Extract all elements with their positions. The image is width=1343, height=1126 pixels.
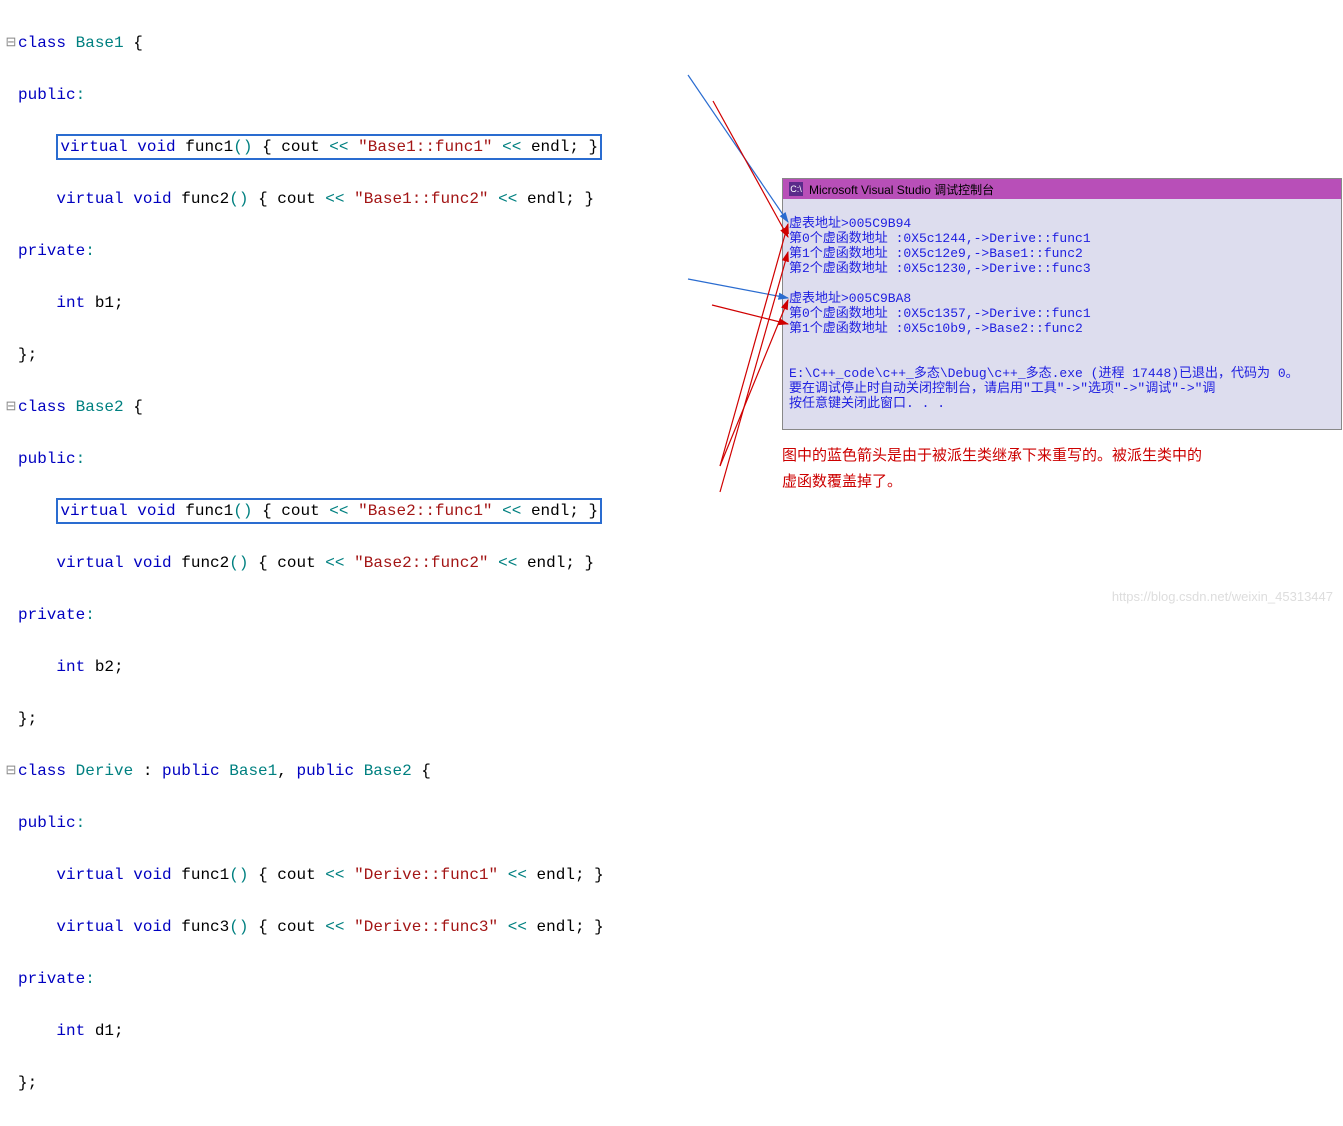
console-line: 虚表地址>005C9B94	[789, 216, 911, 231]
console-line: 要在调试停止时自动关闭控制台，请启用"工具"->"选项"->"调试"->"调	[789, 381, 1215, 396]
console-line: 第2个虚函数地址 :0X5c1230,->Derive::func3	[789, 261, 1091, 276]
console-line: 第0个虚函数地址 :0X5c1357,->Derive::func1	[789, 306, 1091, 321]
class-name: Base1	[76, 34, 124, 52]
class-name: Derive	[76, 762, 134, 780]
code-line: virtual void func1() { cout << "Base1::f…	[4, 134, 780, 161]
code-line: virtual void func1() { cout << "Derive::…	[4, 862, 780, 889]
code-line: public:	[4, 810, 780, 837]
code-line: ⊟class Base2 {	[4, 394, 780, 421]
keyword-private: private	[18, 242, 85, 260]
code-line: ⊟class Derive : public Base1, public Bas…	[4, 758, 780, 785]
code-line: virtual void func2() { cout << "Base1::f…	[4, 186, 780, 213]
fold-icon[interactable]: ⊟	[4, 30, 18, 56]
code-line: virtual void func2() { cout << "Base2::f…	[4, 550, 780, 577]
highlighted-func: virtual void func1() { cout << "Base2::f…	[56, 498, 602, 524]
fold-icon[interactable]: ⊟	[4, 394, 18, 420]
annotation-line: 图中的蓝色箭头是由于被派生类继承下来重写的。被派生类中的	[782, 443, 1322, 469]
code-editor: ⊟class Base1 { public: virtual void func…	[0, 0, 780, 1126]
annotation-text: 图中的蓝色箭头是由于被派生类继承下来重写的。被派生类中的 虚函数覆盖掉了。	[782, 443, 1322, 495]
code-line: };	[4, 1070, 780, 1097]
console-titlebar[interactable]: C:\ Microsoft Visual Studio 调试控制台	[783, 179, 1341, 199]
code-line: private:	[4, 602, 780, 629]
code-line: private:	[4, 238, 780, 265]
code-line: };	[4, 342, 780, 369]
keyword-public: public	[18, 86, 76, 104]
class-name: Base2	[76, 398, 124, 416]
console-title-text: Microsoft Visual Studio 调试控制台	[809, 181, 994, 198]
vs-icon: C:\	[789, 182, 803, 196]
code-line: int b1;	[4, 290, 780, 317]
code-line: virtual void func3() { cout << "Derive::…	[4, 914, 780, 941]
fold-icon[interactable]: ⊟	[4, 758, 18, 784]
console-line: 虚表地址>005C9BA8	[789, 291, 911, 306]
keyword-class: class	[18, 34, 76, 52]
console-line: 第0个虚函数地址 :0X5c1244,->Derive::func1	[789, 231, 1091, 246]
watermark: https://blog.csdn.net/weixin_45313447	[1112, 589, 1333, 604]
code-line: int d1;	[4, 1018, 780, 1045]
console-line: 第1个虚函数地址 :0X5c12e9,->Base1::func2	[789, 246, 1083, 261]
console-line: 第1个虚函数地址 :0X5c10b9,->Base2::func2	[789, 321, 1083, 336]
code-line: private:	[4, 966, 780, 993]
code-line: };	[4, 706, 780, 733]
console-line: E:\C++_code\c++_多态\Debug\c++_多态.exe (进程 …	[789, 366, 1299, 381]
code-line: public:	[4, 446, 780, 473]
code-line: virtual void func1() { cout << "Base2::f…	[4, 498, 780, 525]
console-output: 虚表地址>005C9B94 第0个虚函数地址 :0X5c1244,->Deriv…	[783, 199, 1341, 428]
debug-console-window: C:\ Microsoft Visual Studio 调试控制台 虚表地址>0…	[782, 178, 1342, 430]
code-line: public:	[4, 82, 780, 109]
code-line: ⊟class Base1 {	[4, 30, 780, 57]
highlighted-func: virtual void func1() { cout << "Base1::f…	[56, 134, 602, 160]
code-line: int b2;	[4, 654, 780, 681]
annotation-line: 虚函数覆盖掉了。	[782, 469, 1322, 495]
console-line: 按任意键关闭此窗口. . .	[789, 396, 945, 411]
